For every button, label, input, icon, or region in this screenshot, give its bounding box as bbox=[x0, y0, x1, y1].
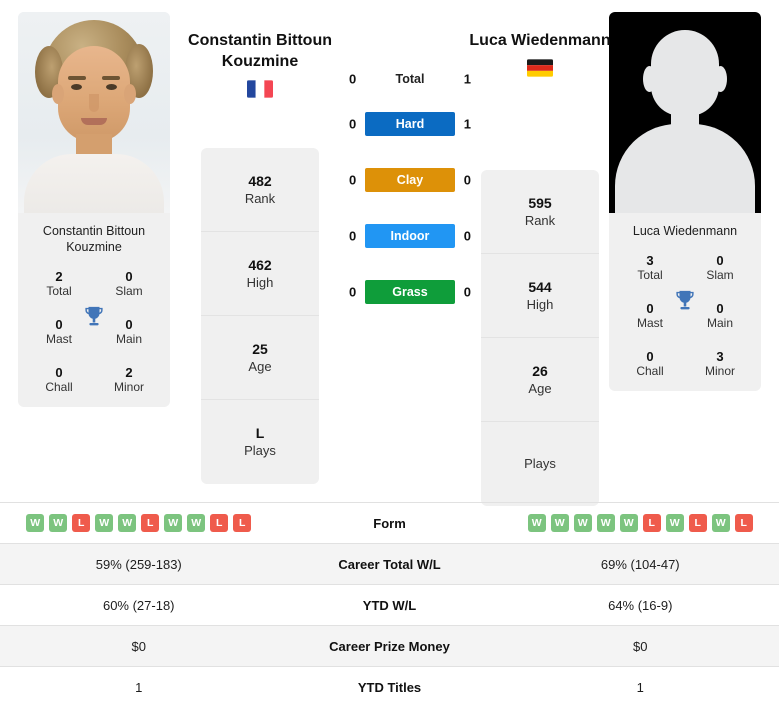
ytd-titles-left: 1 bbox=[135, 679, 143, 695]
germany-flag-icon bbox=[527, 59, 553, 77]
form-badge-loss: L bbox=[141, 514, 160, 532]
form-badge-win: W bbox=[665, 514, 684, 532]
stats-row-prize-money: $0 Career Prize Money $0 bbox=[0, 625, 779, 666]
stats-label-prize-money: Career Prize Money bbox=[329, 638, 450, 654]
player-left-photo bbox=[18, 12, 170, 213]
ytd-wl-right: 64% (16-9) bbox=[608, 597, 673, 613]
form-left: WWLWWLWWLL bbox=[0, 514, 278, 532]
stats-row-ytd-titles: 1 YTD Titles 1 bbox=[0, 666, 779, 707]
player-left-rank-card: 482 Rank 462 High 25 Age L Plays bbox=[201, 148, 319, 484]
h2h-row-indoor: 0 Indoor 0 bbox=[340, 208, 480, 264]
player-left-titles-panel: Constantin Bittoun Kouzmine 2 Total 0 Sl… bbox=[18, 213, 170, 407]
form-right: WWWWWLWLWL bbox=[502, 514, 779, 532]
player-right-column: Luca Wiedenmann 3 Total 0 Slam 0 Mast 0 … bbox=[609, 12, 761, 391]
stats-row-form: WWLWWLWWLL Form WWWWWLWLWL bbox=[0, 502, 779, 543]
stats-label-ytd-titles: YTD Titles bbox=[357, 679, 422, 695]
rank-cell-rank: 595 Rank bbox=[481, 170, 599, 254]
head-to-head-column: 0 Total 1 0 Hard 1 0 Clay 0 0 Indoor 0 0 bbox=[340, 62, 480, 320]
h2h-row-clay: 0 Clay 0 bbox=[340, 152, 480, 208]
stats-label-form: Form bbox=[373, 515, 406, 531]
player-right-titles-grid: 3 Total 0 Slam 0 Mast 0 Main 0 Chall 3 M… bbox=[615, 253, 755, 379]
player-left-column: Constantin Bittoun Kouzmine 2 Total 0 Sl… bbox=[18, 12, 170, 407]
prize-money-left: $0 bbox=[131, 638, 146, 654]
titles-total: 2 Total bbox=[46, 269, 72, 298]
player-right-titles-panel: Luca Wiedenmann 3 Total 0 Slam 0 Mast 0 … bbox=[609, 213, 761, 391]
player-left-titles-grid: 2 Total 0 Slam 0 Mast 0 Main 0 Chall 2 M… bbox=[24, 269, 164, 395]
titles-chall: 0 Chall bbox=[45, 365, 73, 394]
titles-slam: 0 Slam bbox=[115, 269, 143, 298]
stats-label-ytd-wl: YTD W/L bbox=[362, 597, 417, 613]
stats-label-career-wl: Career Total W/L bbox=[338, 556, 441, 572]
rank-cell-high: 462 High bbox=[201, 232, 319, 316]
form-badge-win: W bbox=[26, 514, 45, 532]
h2h-row-hard: 0 Hard 1 bbox=[340, 96, 480, 152]
player-left-name: Constantin Bittoun Kouzmine bbox=[188, 32, 332, 70]
form-badge-win: W bbox=[49, 514, 68, 532]
titles-minor: 2 Minor bbox=[113, 365, 144, 394]
form-badge-win: W bbox=[164, 514, 183, 532]
form-badge-win: W bbox=[95, 514, 114, 532]
player-left-caption: Constantin Bittoun Kouzmine bbox=[42, 224, 146, 254]
player-right-rank-card: 595 Rank 544 High 26 Age Plays bbox=[481, 170, 599, 506]
h2h-row-grass: 0 Grass 0 bbox=[340, 264, 480, 320]
rank-cell-plays: L Plays bbox=[244, 425, 276, 458]
career-wl-left: 59% (259-183) bbox=[95, 556, 182, 572]
titles-minor: 3 Minor bbox=[704, 349, 735, 378]
form-badge-win: W bbox=[527, 514, 546, 532]
rank-cell-rank: 482 Rank bbox=[201, 148, 319, 232]
france-flag-icon bbox=[247, 80, 273, 98]
surface-pill-hard[interactable]: Hard bbox=[365, 112, 455, 136]
ytd-titles-right: 1 bbox=[636, 679, 644, 695]
form-badge-loss: L bbox=[688, 514, 707, 532]
rank-cell-age: 26 Age bbox=[481, 338, 599, 422]
form-badge-loss: L bbox=[210, 514, 229, 532]
surface-pill-indoor[interactable]: Indoor bbox=[365, 224, 455, 248]
form-badge-win: W bbox=[573, 514, 592, 532]
surface-pill-clay[interactable]: Clay bbox=[365, 168, 455, 192]
stats-row-ytd-wl: 60% (27-18) YTD W/L 64% (16-9) bbox=[0, 584, 779, 625]
form-badge-win: W bbox=[596, 514, 615, 532]
player-left-header: Constantin Bittoun Kouzmine bbox=[175, 30, 345, 98]
rank-cell-plays: Plays bbox=[524, 456, 556, 471]
form-badge-win: W bbox=[550, 514, 569, 532]
player-right-caption: Luca Wiedenmann bbox=[632, 224, 738, 238]
form-badge-win: W bbox=[118, 514, 137, 532]
surface-pill-grass[interactable]: Grass bbox=[365, 280, 455, 304]
ytd-wl-left: 60% (27-18) bbox=[102, 597, 175, 613]
rank-cell-high: 544 High bbox=[481, 254, 599, 338]
trophy-icon bbox=[85, 306, 103, 326]
rank-cell-age: 25 Age bbox=[201, 316, 319, 400]
player-right-photo bbox=[609, 12, 761, 213]
h2h-row-total: 0 Total 1 bbox=[349, 71, 471, 87]
prize-money-right: $0 bbox=[633, 638, 648, 654]
form-badge-loss: L bbox=[233, 514, 252, 532]
titles-chall: 0 Chall bbox=[636, 349, 664, 378]
form-badge-win: W bbox=[619, 514, 638, 532]
stats-row-career-wl: 59% (259-183) Career Total W/L 69% (104-… bbox=[0, 543, 779, 584]
form-badge-win: W bbox=[187, 514, 206, 532]
player-comparison-page: Constantin Bittoun Kouzmine 2 Total 0 Sl… bbox=[0, 0, 779, 719]
player-right-name: Luca Wiedenmann bbox=[469, 32, 611, 49]
comparison-header: Constantin Bittoun Kouzmine 2 Total 0 Sl… bbox=[0, 0, 779, 506]
player-right-header: Luca Wiedenmann bbox=[455, 30, 625, 77]
form-badge-win: W bbox=[711, 514, 730, 532]
trophy-icon bbox=[676, 290, 694, 310]
comparison-stats-table: WWLWWLWWLL Form WWWWWLWLWL 59% (259-183)… bbox=[0, 502, 779, 707]
form-badge-loss: L bbox=[642, 514, 661, 532]
career-wl-right: 69% (104-47) bbox=[600, 556, 680, 572]
titles-total: 3 Total bbox=[637, 253, 663, 282]
form-badge-loss: L bbox=[72, 514, 91, 532]
titles-slam: 0 Slam bbox=[706, 253, 734, 282]
form-badge-loss: L bbox=[734, 514, 753, 532]
